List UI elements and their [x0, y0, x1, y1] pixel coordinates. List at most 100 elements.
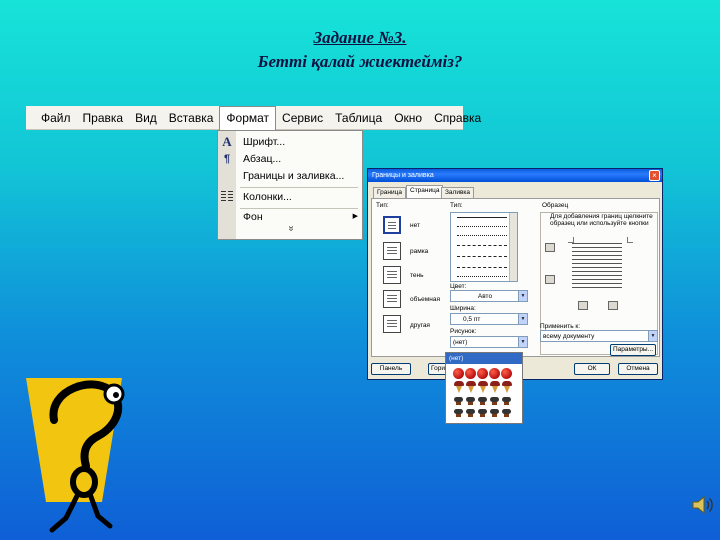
border-style-list[interactable]	[450, 212, 518, 282]
ice-cream-icon	[490, 381, 500, 393]
setting-box-label: рамка	[410, 248, 429, 255]
menu-item-label: Абзац...	[243, 153, 282, 165]
options-button[interactable]: Параметры...	[610, 344, 656, 356]
chevron-down-icon[interactable]: ▼	[518, 291, 527, 301]
menu-item-columns[interactable]: Колонки...	[218, 188, 364, 206]
bug-icon	[490, 409, 499, 417]
setting-box-icon[interactable]	[383, 242, 401, 260]
slide-subtitle: Бетті қалай жиектейміз?	[257, 52, 463, 71]
art-value: (нет)	[453, 339, 468, 346]
menu-format[interactable]: Формат	[219, 105, 277, 130]
tab-border[interactable]: Граница	[373, 187, 406, 198]
art-label: Рисунок:	[450, 328, 477, 335]
menu-item-label: Фон	[243, 211, 263, 223]
style-dashed-wide[interactable]	[457, 256, 507, 257]
bug-icon	[454, 409, 463, 417]
width-label: Ширина:	[450, 305, 476, 312]
bug-icon	[466, 397, 475, 405]
bug-icon	[490, 397, 499, 405]
menu-item-paragraph[interactable]: ¶ Абзац...	[218, 150, 364, 168]
width-select[interactable]: 0,5 пт ▼	[450, 313, 528, 325]
bug-icon	[478, 409, 487, 417]
paragraph-icon: ¶	[223, 153, 231, 165]
menu-help[interactable]: Справка	[428, 111, 487, 125]
ice-cream-icon	[478, 381, 488, 393]
art-option-none[interactable]: (нет)	[446, 353, 522, 364]
style-dash-dot-dot[interactable]	[457, 276, 507, 277]
chevron-down-icon[interactable]: ▼	[518, 337, 527, 347]
menu-insert[interactable]: Вставка	[163, 111, 220, 125]
preview-hint-line1: Для добавления границ щелкните	[550, 213, 653, 220]
tab-page[interactable]: Страница	[406, 185, 444, 198]
bug-icon	[466, 409, 475, 417]
expand-menu-chevron-icon[interactable]: »	[218, 223, 364, 234]
style-solid[interactable]	[457, 217, 507, 218]
apple-icon	[477, 368, 488, 379]
question-mark-figure-icon	[22, 370, 142, 540]
setting-none-label: нет	[410, 222, 420, 229]
menu-item-borders-shading[interactable]: Границы и заливка...	[218, 167, 364, 185]
setting-shadow-icon[interactable]	[383, 266, 401, 284]
ice-cream-icon	[502, 381, 512, 393]
chevron-down-icon[interactable]: ▼	[518, 314, 527, 324]
setting-3d-icon[interactable]	[383, 290, 401, 308]
preview-hint-line2: образец или используйте кнопки	[550, 220, 649, 227]
apple-icon	[465, 368, 476, 379]
bug-icon	[478, 397, 487, 405]
bug-icon	[502, 397, 511, 405]
ice-cream-icon	[466, 381, 476, 393]
menu-tools[interactable]: Сервис	[276, 111, 329, 125]
bug-icon	[502, 409, 511, 417]
format-menu: A Шрифт... ¶ Абзац... Границы и заливка.…	[217, 130, 363, 240]
menu-edit[interactable]: Правка	[77, 111, 130, 125]
style-list-scrollbar[interactable]	[509, 213, 517, 281]
art-dropdown-list[interactable]: (нет)	[445, 352, 523, 424]
preview-label: Образец	[542, 202, 569, 209]
borders-shading-dialog: Границы и заливка × Граница Страница Зал…	[367, 168, 663, 380]
left-border-button[interactable]	[578, 301, 588, 310]
toolbar-button[interactable]: Панель	[371, 363, 411, 375]
slide-title: Задание №3.	[313, 28, 407, 47]
menu-window[interactable]: Окно	[388, 111, 428, 125]
menu-item-label: Шрифт...	[243, 136, 286, 148]
style-label: Тип:	[450, 202, 463, 209]
setting-custom-label: другая	[410, 322, 430, 329]
close-icon[interactable]: ×	[649, 170, 660, 181]
ice-cream-icon	[454, 381, 464, 393]
setting-custom-icon[interactable]	[383, 315, 401, 333]
style-dotted[interactable]	[457, 226, 507, 227]
style-dashed[interactable]	[457, 245, 507, 246]
style-dotted-fine[interactable]	[457, 235, 507, 236]
menu-item-label: Границы и заливка...	[243, 170, 345, 182]
cancel-button[interactable]: Отмена	[618, 363, 658, 375]
art-select[interactable]: (нет) ▼	[450, 336, 528, 348]
menu-bar: Файл Правка Вид Вставка Формат Сервис Та…	[26, 105, 481, 130]
menu-item-font[interactable]: A Шрифт...	[218, 133, 364, 151]
style-dash-dot[interactable]	[457, 267, 507, 268]
menu-view[interactable]: Вид	[129, 111, 163, 125]
color-value: Авто	[477, 293, 493, 300]
columns-icon	[221, 190, 233, 204]
apple-icon	[501, 368, 512, 379]
right-border-button[interactable]	[608, 301, 618, 310]
font-A-icon: A	[222, 134, 232, 149]
preview-page[interactable]	[572, 243, 622, 289]
ok-button[interactable]: ОК	[574, 363, 610, 375]
color-label: Цвет:	[450, 283, 467, 290]
apple-icon	[489, 368, 500, 379]
speaker-icon[interactable]	[690, 493, 714, 517]
top-border-button[interactable]	[545, 243, 555, 252]
setting-none-icon[interactable]	[383, 216, 401, 234]
chevron-down-icon[interactable]: ▼	[648, 331, 657, 341]
menu-file[interactable]: Файл	[35, 111, 77, 125]
preview-corner-mark	[627, 237, 633, 243]
bottom-border-button[interactable]	[545, 275, 555, 284]
dialog-panel: Тип: нет рамка тень объемная другая Тип:…	[371, 198, 660, 357]
menu-table[interactable]: Таблица	[329, 111, 388, 125]
color-select[interactable]: Авто ▼	[450, 290, 528, 302]
setting-shadow-label: тень	[410, 272, 424, 279]
bug-icon	[454, 397, 463, 405]
tab-shading[interactable]: Заливка	[441, 187, 475, 198]
setting-type-label: Тип:	[376, 202, 389, 209]
apply-select[interactable]: всему документу ▼	[540, 330, 658, 342]
